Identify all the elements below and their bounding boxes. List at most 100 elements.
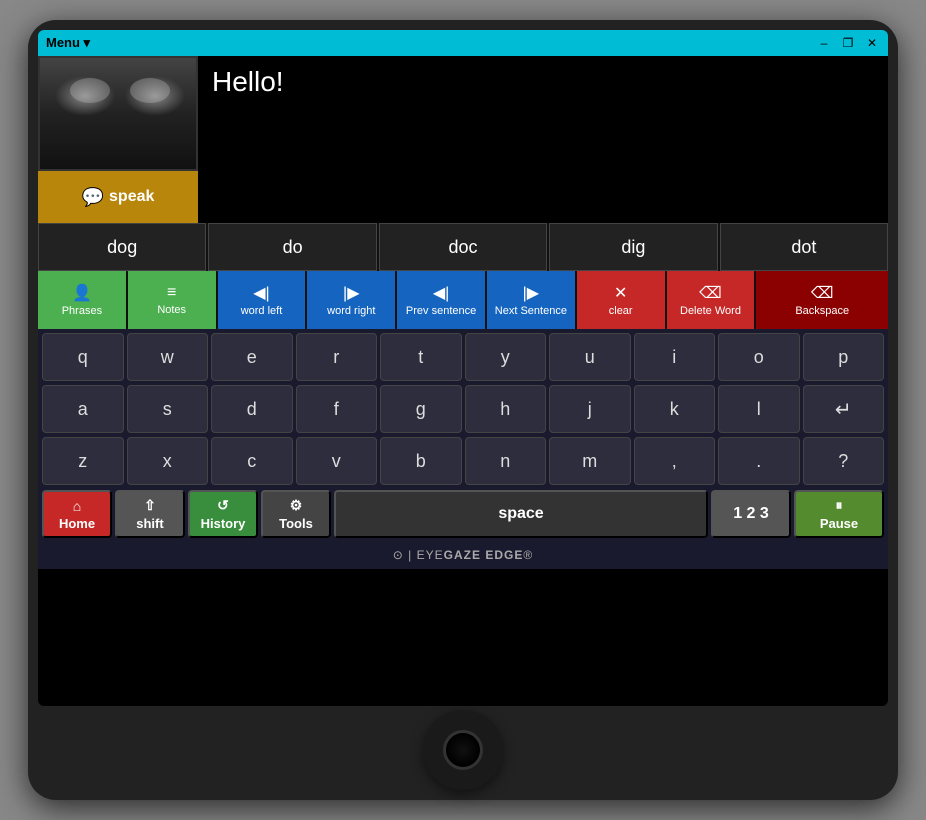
display-text: Hello! xyxy=(212,66,284,97)
key-p[interactable]: p xyxy=(803,333,885,381)
delete-word-label: Delete Word xyxy=(680,305,741,317)
key-e[interactable]: e xyxy=(211,333,293,381)
phrases-label: Phrases xyxy=(62,305,102,317)
word-left-label: word left xyxy=(241,305,283,317)
word-suggestion-3[interactable]: doc xyxy=(379,223,547,271)
keyboard-row-3: z x c v b n m , . ? xyxy=(38,435,888,487)
key-period[interactable]: . xyxy=(718,437,800,485)
word-left-button[interactable]: ◀| word left xyxy=(218,271,306,329)
key-n[interactable]: n xyxy=(465,437,547,485)
backspace-label: Backspace xyxy=(795,305,849,317)
key-g[interactable]: g xyxy=(380,385,462,433)
phrases-icon: 👤 xyxy=(72,283,92,303)
word-right-button[interactable]: |▶ word right xyxy=(307,271,395,329)
shift-label: shift xyxy=(136,516,163,531)
key-y[interactable]: y xyxy=(465,333,547,381)
keyboard-row-1: q w e r t y u i o p xyxy=(38,329,888,383)
delete-word-button[interactable]: ⌫ Delete Word xyxy=(667,271,755,329)
speak-icon: 💬 xyxy=(82,187,104,208)
home-label: Home xyxy=(59,516,95,531)
key-s[interactable]: s xyxy=(127,385,209,433)
word-suggestion-5[interactable]: dot xyxy=(720,223,888,271)
key-r[interactable]: r xyxy=(296,333,378,381)
key-l[interactable]: l xyxy=(718,385,800,433)
key-b[interactable]: b xyxy=(380,437,462,485)
text-display: Hello! xyxy=(198,56,888,171)
key-enter[interactable]: ↵ xyxy=(803,385,885,433)
notes-button[interactable]: ≡ Notes xyxy=(128,271,216,329)
word-right-label: word right xyxy=(327,305,375,317)
key-q[interactable]: q xyxy=(42,333,124,381)
keyboard-area: q w e r t y u i o p a s d f g h j k xyxy=(38,329,888,541)
history-icon: ↺ xyxy=(217,497,229,514)
pause-label: Pause xyxy=(820,516,858,531)
key-x[interactable]: x xyxy=(127,437,209,485)
next-sentence-label: Next Sentence xyxy=(495,305,567,317)
tools-button[interactable]: ⚙ Tools xyxy=(261,490,331,538)
key-t[interactable]: t xyxy=(380,333,462,381)
phrases-button[interactable]: 👤 Phrases xyxy=(38,271,126,329)
word-suggestion-2[interactable]: do xyxy=(208,223,376,271)
space-label: space xyxy=(498,505,543,523)
clear-button[interactable]: ✕ clear xyxy=(577,271,665,329)
key-f[interactable]: f xyxy=(296,385,378,433)
key-k[interactable]: k xyxy=(634,385,716,433)
key-u[interactable]: u xyxy=(549,333,631,381)
notes-icon: ≡ xyxy=(167,284,176,302)
brand-bar: ⊙ | EYEGAZE EDGE® xyxy=(38,541,888,569)
title-bar: Menu ▾ – ❐ ✕ xyxy=(38,30,888,56)
home-icon: ⌂ xyxy=(73,498,81,514)
shift-button[interactable]: ⇧ shift xyxy=(115,490,185,538)
key-i[interactable]: i xyxy=(634,333,716,381)
camera-mount xyxy=(423,710,503,790)
key-d[interactable]: d xyxy=(211,385,293,433)
brand-text: ⊙ | EYEGAZE EDGE® xyxy=(393,548,533,562)
key-w[interactable]: w xyxy=(127,333,209,381)
numbers-label: 1 2 3 xyxy=(733,505,769,523)
word-left-icon: ◀| xyxy=(253,283,269,303)
window-controls: – ❐ ✕ xyxy=(816,36,880,50)
camera-lens xyxy=(443,730,483,770)
bottom-row: ⌂ Home ⇧ shift ↺ History ⚙ Tools space xyxy=(38,487,888,541)
word-suggestion-4[interactable]: dig xyxy=(549,223,717,271)
restore-button[interactable]: ❐ xyxy=(840,36,856,50)
key-a[interactable]: a xyxy=(42,385,124,433)
action-row: 👤 Phrases ≡ Notes ◀| word left |▶ word r… xyxy=(38,271,888,329)
key-h[interactable]: h xyxy=(465,385,547,433)
device-frame: Menu ▾ – ❐ ✕ Hello! 💬 speak xyxy=(28,20,898,800)
screen: Menu ▾ – ❐ ✕ Hello! 💬 speak xyxy=(38,30,888,706)
home-button[interactable]: ⌂ Home xyxy=(42,490,112,538)
shift-icon: ⇧ xyxy=(144,497,156,514)
history-button[interactable]: ↺ History xyxy=(188,490,258,538)
key-comma[interactable]: , xyxy=(634,437,716,485)
key-m[interactable]: m xyxy=(549,437,631,485)
next-sentence-button[interactable]: |▶ Next Sentence xyxy=(487,271,575,329)
minimize-button[interactable]: – xyxy=(816,36,832,50)
backspace-icon: ⌫ xyxy=(811,283,834,303)
top-section: Hello! xyxy=(38,56,888,171)
speak-label: speak xyxy=(109,188,154,206)
key-v[interactable]: v xyxy=(296,437,378,485)
keyboard-row-2: a s d f g h j k l ↵ xyxy=(38,383,888,435)
prev-sentence-icon: ◀| xyxy=(433,283,449,303)
numbers-button[interactable]: 1 2 3 xyxy=(711,490,791,538)
tools-icon: ⚙ xyxy=(290,497,303,514)
delete-word-icon: ⌫ xyxy=(699,283,722,303)
key-c[interactable]: c xyxy=(211,437,293,485)
space-button[interactable]: space xyxy=(334,490,708,538)
key-z[interactable]: z xyxy=(42,437,124,485)
word-suggestion-1[interactable]: dog xyxy=(38,223,206,271)
word-suggestions-row: dog do doc dig dot xyxy=(38,223,888,271)
notes-label: Notes xyxy=(157,304,186,316)
clear-icon: ✕ xyxy=(614,283,627,303)
speak-button[interactable]: 💬 speak xyxy=(38,171,198,223)
backspace-button[interactable]: ⌫ Backspace xyxy=(756,271,888,329)
pause-button[interactable]: ⏸ Pause xyxy=(794,490,884,538)
key-o[interactable]: o xyxy=(718,333,800,381)
key-question[interactable]: ? xyxy=(803,437,885,485)
close-button[interactable]: ✕ xyxy=(864,36,880,50)
menu-label[interactable]: Menu ▾ xyxy=(46,35,90,51)
prev-sentence-button[interactable]: ◀| Prev sentence xyxy=(397,271,485,329)
word-right-icon: |▶ xyxy=(343,283,359,303)
key-j[interactable]: j xyxy=(549,385,631,433)
